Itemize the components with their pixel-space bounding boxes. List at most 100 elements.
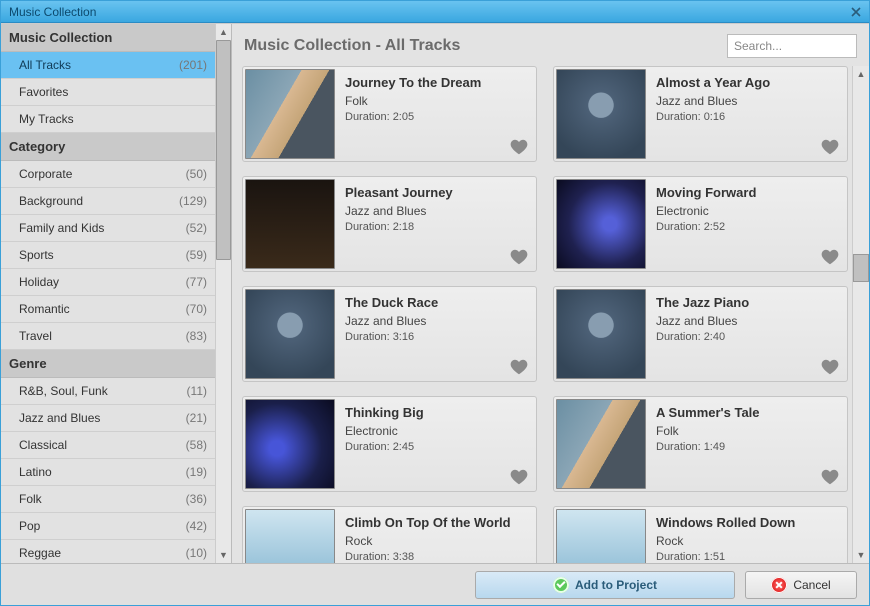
sidebar-item-count: (77) [186, 275, 207, 289]
track-thumbnail [245, 509, 335, 563]
track-duration: Duration: 0:16 [656, 111, 839, 123]
sidebar-item-count: (19) [186, 465, 207, 479]
sidebar-item-count: (59) [186, 248, 207, 262]
sidebar-item-count: (201) [179, 58, 207, 72]
track-info: Climb On Top Of the WorldRockDuration: 3… [337, 507, 536, 563]
scroll-thumb[interactable] [216, 40, 231, 260]
favorite-button[interactable] [821, 469, 839, 485]
sidebar-item[interactable]: Holiday(77) [1, 269, 215, 296]
sidebar-item[interactable]: Travel(83) [1, 323, 215, 350]
track-title: The Duck Race [345, 295, 528, 310]
track-card[interactable]: The Duck RaceJazz and BluesDuration: 3:1… [242, 286, 537, 382]
track-duration: Duration: 2:18 [345, 221, 528, 233]
track-card[interactable]: Journey To the DreamFolkDuration: 2:05 [242, 66, 537, 162]
main: Music Collection - All Tracks Journey To… [232, 24, 869, 563]
sidebar-item[interactable]: All Tracks(201) [1, 52, 215, 79]
favorite-button[interactable] [821, 359, 839, 375]
main-scroll-track[interactable] [853, 82, 869, 547]
sidebar-item-count: (129) [179, 194, 207, 208]
add-to-project-button[interactable]: Add to Project [475, 571, 735, 599]
favorite-button[interactable] [510, 249, 528, 265]
track-card[interactable]: Almost a Year AgoJazz and BluesDuration:… [553, 66, 848, 162]
heart-icon [821, 249, 839, 265]
favorite-button[interactable] [510, 139, 528, 155]
sidebar-item-count: (70) [186, 302, 207, 316]
sidebar-scrollbar[interactable]: ▲ ▼ [215, 24, 231, 563]
heart-icon [821, 469, 839, 485]
track-card[interactable]: Windows Rolled DownRockDuration: 1:51 [553, 506, 848, 563]
main-scroll-thumb[interactable] [853, 254, 869, 282]
cancel-button-label: Cancel [793, 578, 830, 592]
sidebar-item-label: Reggae [19, 546, 186, 560]
track-genre: Jazz and Blues [345, 204, 528, 218]
close-icon [851, 7, 861, 17]
sidebar-item-label: Classical [19, 438, 186, 452]
track-thumbnail [556, 69, 646, 159]
track-thumbnail [556, 399, 646, 489]
sidebar-item-label: Family and Kids [19, 221, 186, 235]
sidebar-item-count: (42) [186, 519, 207, 533]
favorite-button[interactable] [821, 139, 839, 155]
track-title: Thinking Big [345, 405, 528, 420]
track-duration: Duration: 2:05 [345, 111, 528, 123]
sidebar-item[interactable]: Reggae(10) [1, 540, 215, 563]
sidebar-item-count: (11) [187, 384, 207, 398]
track-card[interactable]: Climb On Top Of the WorldRockDuration: 3… [242, 506, 537, 563]
track-thumbnail [245, 289, 335, 379]
sidebar-item[interactable]: R&B, Soul, Funk(11) [1, 378, 215, 405]
sidebar-item[interactable]: Jazz and Blues(21) [1, 405, 215, 432]
favorite-button[interactable] [510, 359, 528, 375]
window-title: Music Collection [9, 5, 847, 19]
sidebar-item[interactable]: Latino(19) [1, 459, 215, 486]
sidebar-item[interactable]: Romantic(70) [1, 296, 215, 323]
sidebar-item-label: Travel [19, 329, 186, 343]
sidebar-item[interactable]: Classical(58) [1, 432, 215, 459]
search-input[interactable] [727, 34, 857, 58]
sidebar-item-label: Jazz and Blues [19, 411, 186, 425]
track-genre: Folk [345, 94, 528, 108]
sidebar-item[interactable]: Folk(36) [1, 486, 215, 513]
track-genre: Folk [656, 424, 839, 438]
track-title: Windows Rolled Down [656, 515, 839, 530]
sidebar-item[interactable]: Background(129) [1, 188, 215, 215]
track-card[interactable]: Pleasant JourneyJazz and BluesDuration: … [242, 176, 537, 272]
sidebar-item[interactable]: Sports(59) [1, 242, 215, 269]
track-card[interactable]: A Summer's TaleFolkDuration: 1:49 [553, 396, 848, 492]
main-scroll-up[interactable]: ▲ [853, 66, 869, 82]
track-title: Moving Forward [656, 185, 839, 200]
sidebar-item[interactable]: My Tracks [1, 106, 215, 133]
sidebar-item[interactable]: Favorites [1, 79, 215, 106]
track-card[interactable]: Thinking BigElectronicDuration: 2:45 [242, 396, 537, 492]
sidebar-item[interactable]: Pop(42) [1, 513, 215, 540]
track-duration: Duration: 1:51 [656, 551, 839, 563]
favorite-button[interactable] [821, 249, 839, 265]
track-title: A Summer's Tale [656, 405, 839, 420]
heart-icon [821, 359, 839, 375]
scroll-up-button[interactable]: ▲ [216, 24, 231, 40]
track-info: Moving ForwardElectronicDuration: 2:52 [648, 177, 847, 271]
sidebar-item-count: (21) [186, 411, 207, 425]
track-info: The Duck RaceJazz and BluesDuration: 3:1… [337, 287, 536, 381]
sidebar-item-label: Pop [19, 519, 186, 533]
main-scroll-down[interactable]: ▼ [853, 547, 869, 563]
sidebar-item-count: (83) [186, 329, 207, 343]
sidebar-item[interactable]: Corporate(50) [1, 161, 215, 188]
track-card[interactable]: Moving ForwardElectronicDuration: 2:52 [553, 176, 848, 272]
track-title: Climb On Top Of the World [345, 515, 528, 530]
close-button[interactable] [847, 5, 865, 19]
sidebar-item-label: Latino [19, 465, 186, 479]
track-info: Journey To the DreamFolkDuration: 2:05 [337, 67, 536, 161]
track-thumbnail [556, 509, 646, 563]
scroll-track[interactable] [216, 40, 231, 547]
heart-icon [510, 359, 528, 375]
main-scrollbar[interactable]: ▲ ▼ [852, 66, 869, 563]
track-info: Pleasant JourneyJazz and BluesDuration: … [337, 177, 536, 271]
cancel-button[interactable]: Cancel [745, 571, 857, 599]
sidebar-item-count: (58) [186, 438, 207, 452]
scroll-down-button[interactable]: ▼ [216, 547, 231, 563]
footer: Add to Project Cancel [1, 563, 869, 605]
sidebar-item[interactable]: Family and Kids(52) [1, 215, 215, 242]
favorite-button[interactable] [510, 469, 528, 485]
track-info: A Summer's TaleFolkDuration: 1:49 [648, 397, 847, 491]
track-card[interactable]: The Jazz PianoJazz and BluesDuration: 2:… [553, 286, 848, 382]
